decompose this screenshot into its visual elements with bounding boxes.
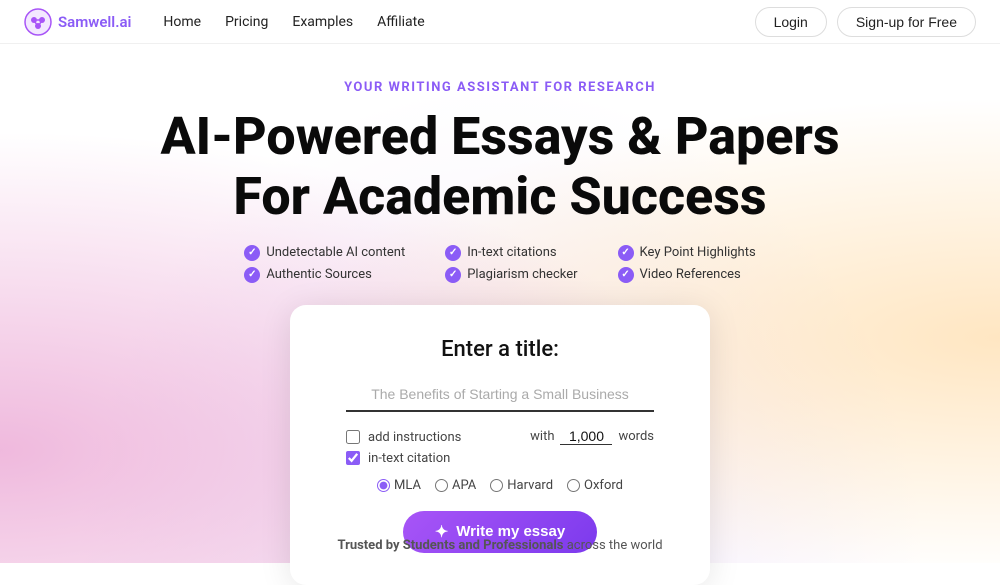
radio-mla-text: MLA [394, 478, 421, 493]
logo-icon [24, 8, 52, 36]
features-grid: Undetectable AI content In-text citation… [244, 245, 755, 283]
main-content: YOUR WRITING ASSISTANT FOR RESEARCH AI-P… [0, 44, 1000, 585]
feature-item: Authentic Sources [244, 267, 405, 283]
feature-label: Key Point Highlights [640, 245, 756, 260]
hero-title: AI-Powered Essays & Papers For Academic … [160, 107, 839, 227]
citation-style-row: MLA APA Harvard Oxford [377, 478, 623, 493]
words-input[interactable] [560, 428, 612, 445]
hero-title-line2: For Academic Success [233, 166, 766, 227]
check-icon [244, 267, 260, 283]
with-label: with [530, 429, 554, 444]
radio-harvard-text: Harvard [507, 478, 553, 493]
logo-text: Samwell.ai [58, 13, 131, 31]
navbar: Samwell.ai Home Pricing Examples Affilia… [0, 0, 1000, 44]
feature-label: Authentic Sources [266, 267, 372, 282]
nav-left: Samwell.ai Home Pricing Examples Affilia… [24, 8, 425, 36]
nav-links: Home Pricing Examples Affiliate [163, 14, 424, 30]
radio-apa[interactable] [435, 479, 448, 492]
feature-label: Undetectable AI content [266, 245, 405, 260]
radio-oxford-label[interactable]: Oxford [567, 478, 623, 493]
words-row: with words [530, 428, 654, 445]
logo: Samwell.ai [24, 8, 131, 36]
radio-oxford-text: Oxford [584, 478, 623, 493]
feature-item: Plagiarism checker [445, 267, 577, 283]
feature-label: In-text citations [467, 245, 556, 260]
check-icon [445, 245, 461, 261]
nav-home[interactable]: Home [163, 14, 201, 30]
words-label: words [618, 429, 654, 444]
signup-button[interactable]: Sign-up for Free [837, 7, 976, 37]
nav-examples[interactable]: Examples [292, 14, 353, 30]
feature-item: Key Point Highlights [618, 245, 756, 261]
feature-label: Plagiarism checker [467, 267, 577, 282]
in-text-citation-label: in-text citation [368, 451, 450, 466]
check-icon [445, 267, 461, 283]
check-icon [618, 267, 634, 283]
nav-pricing[interactable]: Pricing [225, 14, 268, 30]
feature-label: Video References [640, 267, 741, 282]
add-instructions-checkbox[interactable] [346, 430, 360, 444]
check-icon [244, 245, 260, 261]
radio-apa-label[interactable]: APA [435, 478, 476, 493]
hero-title-line1: AI-Powered Essays & Papers [160, 106, 839, 167]
in-text-citation-checkbox-row: in-text citation [346, 451, 654, 466]
in-text-citation-checkbox[interactable] [346, 451, 360, 465]
add-instructions-checkbox-row: add instructions [346, 430, 461, 445]
radio-mla[interactable] [377, 479, 390, 492]
login-button[interactable]: Login [755, 7, 827, 37]
check-icon [618, 245, 634, 261]
feature-item: Video References [618, 267, 756, 283]
trusted-text: Trusted by Students and Professionals ac… [337, 538, 662, 553]
tagline: YOUR WRITING ASSISTANT FOR RESEARCH [344, 80, 656, 95]
feature-item: In-text citations [445, 245, 577, 261]
nav-right: Login Sign-up for Free [755, 7, 976, 37]
add-instructions-label: add instructions [368, 430, 461, 445]
radio-oxford[interactable] [567, 479, 580, 492]
radio-harvard-label[interactable]: Harvard [490, 478, 553, 493]
radio-mla-label[interactable]: MLA [377, 478, 421, 493]
card-title: Enter a title: [441, 337, 559, 362]
feature-item: Undetectable AI content [244, 245, 405, 261]
essay-title-input[interactable] [346, 382, 654, 412]
nav-affiliate[interactable]: Affiliate [377, 14, 425, 30]
radio-harvard[interactable] [490, 479, 503, 492]
radio-apa-text: APA [452, 478, 476, 493]
